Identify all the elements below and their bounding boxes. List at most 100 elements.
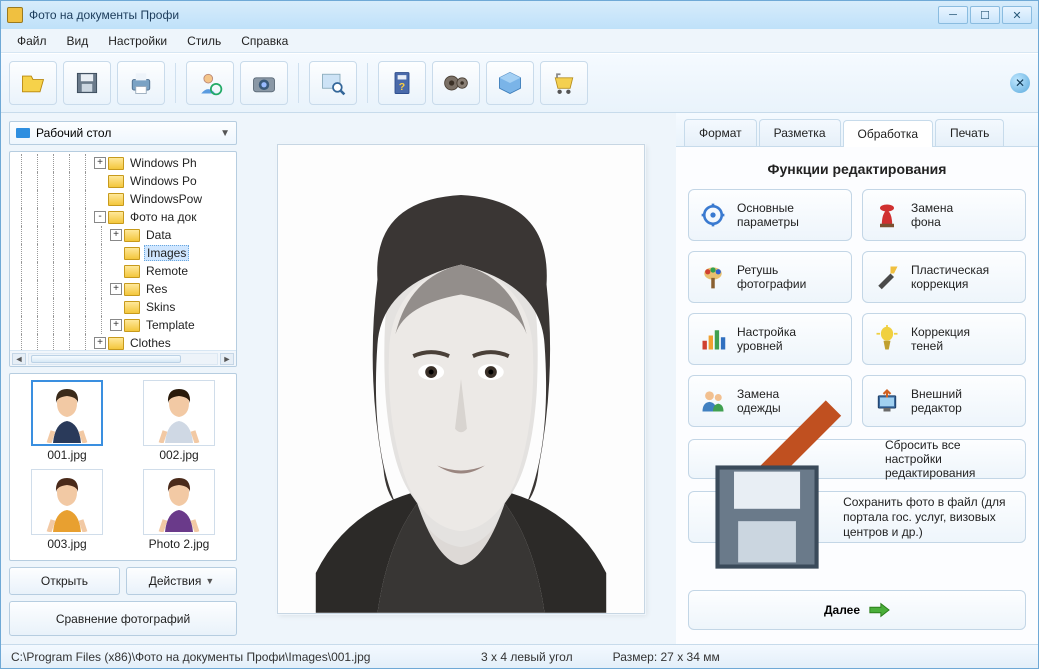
tree-label: Remote <box>144 264 190 278</box>
expand-icon[interactable]: + <box>110 319 122 331</box>
window-title: Фото на документы Профи <box>29 8 938 22</box>
tool-cart[interactable] <box>540 61 588 105</box>
edit-function-button[interactable]: Ретушьфотографии <box>688 251 852 303</box>
close-button[interactable]: ✕ <box>1002 6 1032 24</box>
edit-function-button[interactable]: Коррекциятеней <box>862 313 1026 365</box>
tree-label: Windows Po <box>128 174 199 188</box>
tool-video[interactable] <box>432 61 480 105</box>
tree-label: Template <box>144 318 197 332</box>
tree-label: Res <box>144 282 169 296</box>
tool-print[interactable] <box>117 61 165 105</box>
function-icon <box>699 325 727 353</box>
thumbnail[interactable]: 003.jpg <box>16 469 118 554</box>
expand-icon[interactable]: - <box>94 211 106 223</box>
tool-user[interactable] <box>186 61 234 105</box>
menu-style[interactable]: Стиль <box>179 31 229 51</box>
scroll-right[interactable]: ► <box>220 353 234 365</box>
tree-item[interactable]: Skins <box>14 298 236 316</box>
svg-text:?: ? <box>399 81 405 93</box>
tree-item[interactable]: + Windows Ph <box>14 154 236 172</box>
expand-icon[interactable]: + <box>110 283 122 295</box>
tree-label: Clothes <box>128 336 173 350</box>
tree-item[interactable]: WindowsPow <box>14 190 236 208</box>
edit-functions-title: Функции редактирования <box>688 161 1026 177</box>
edit-function-button[interactable]: Внешнийредактор <box>862 375 1026 427</box>
folder-icon <box>108 175 124 188</box>
thumbnail-label: 003.jpg <box>47 537 86 551</box>
tree-item[interactable]: + Res <box>14 280 236 298</box>
tool-open[interactable] <box>9 61 57 105</box>
desktop-icon <box>16 128 30 138</box>
tab-print[interactable]: Печать <box>935 119 1004 146</box>
next-button[interactable]: Далее <box>688 590 1026 630</box>
menu-help[interactable]: Справка <box>233 31 296 51</box>
folder-icon <box>124 319 140 332</box>
tree-item[interactable]: Images <box>14 244 236 262</box>
menubar: Файл Вид Настройки Стиль Справка <box>1 29 1038 53</box>
folder-tree[interactable]: + Windows Ph Windows Po WindowsPow - Фото на … <box>9 151 237 367</box>
thumbnail-label: 002.jpg <box>159 448 198 462</box>
function-icon <box>873 325 901 353</box>
thumbnail[interactable]: Photo 2.jpg <box>128 469 230 554</box>
actions-button[interactable]: Действия▼ <box>126 567 237 595</box>
status-size: Размер: 27 x 34 мм <box>613 650 720 664</box>
folder-combo[interactable]: Рабочий стол ▼ <box>9 121 237 145</box>
folder-combo-label: Рабочий стол <box>36 126 111 140</box>
function-icon <box>873 263 901 291</box>
status-corner: 3 x 4 левый угол <box>481 650 573 664</box>
tool-camera[interactable] <box>240 61 288 105</box>
expand-icon[interactable]: + <box>94 157 106 169</box>
tab-format[interactable]: Формат <box>684 119 757 146</box>
floppy-icon <box>701 451 833 583</box>
tree-label: Data <box>144 228 173 242</box>
scroll-left[interactable]: ◄ <box>12 353 26 365</box>
tool-search[interactable] <box>309 61 357 105</box>
edit-function-button[interactable]: Настройкауровней <box>688 313 852 365</box>
right-panel: Формат Разметка Обработка Печать Функции… <box>676 113 1038 644</box>
edit-function-button[interactable]: Пластическаякоррекция <box>862 251 1026 303</box>
tree-label: Windows Ph <box>128 156 199 170</box>
tree-item[interactable]: - Фото на док <box>14 208 236 226</box>
open-button[interactable]: Открыть <box>9 567 120 595</box>
folder-icon <box>124 283 140 296</box>
expand-icon[interactable]: + <box>94 337 106 349</box>
folder-icon <box>124 247 140 260</box>
folder-icon <box>124 301 140 314</box>
menu-view[interactable]: Вид <box>59 31 97 51</box>
compare-button[interactable]: Сравнение фотографий <box>9 601 237 636</box>
sidebar-toggle-icon[interactable]: ✕ <box>1010 73 1030 93</box>
scroll-track[interactable] <box>28 353 218 365</box>
folder-icon <box>108 157 124 170</box>
arrow-right-icon <box>868 602 890 618</box>
folder-icon <box>108 337 124 350</box>
tree-item[interactable]: Windows Po <box>14 172 236 190</box>
thumbnail[interactable]: 002.jpg <box>128 380 230 465</box>
tree-item[interactable]: Remote <box>14 262 236 280</box>
tree-item[interactable]: + Template <box>14 316 236 334</box>
function-icon <box>873 201 901 229</box>
tool-save[interactable] <box>63 61 111 105</box>
function-icon <box>699 201 727 229</box>
tab-layout[interactable]: Разметка <box>759 119 841 146</box>
edit-function-button[interactable]: Основныепараметры <box>688 189 852 241</box>
expand-icon[interactable]: + <box>110 229 122 241</box>
folder-icon <box>124 265 140 278</box>
menu-file[interactable]: Файл <box>9 31 55 51</box>
menu-settings[interactable]: Настройки <box>100 31 175 51</box>
tree-label: Фото на док <box>128 210 198 224</box>
tool-book[interactable]: ? <box>378 61 426 105</box>
tab-process[interactable]: Обработка <box>843 120 934 147</box>
maximize-button[interactable]: ☐ <box>970 6 1000 24</box>
function-icon <box>699 263 727 291</box>
save-file-button[interactable]: Сохранить фото в файл (для портала гос. … <box>688 491 1026 543</box>
tree-label: Images <box>144 245 189 261</box>
thumbnail[interactable]: 001.jpg <box>16 380 118 465</box>
app-window: Фото на документы Профи ─ ☐ ✕ Файл Вид Н… <box>0 0 1039 669</box>
tree-item[interactable]: + Data <box>14 226 236 244</box>
scroll-thumb[interactable] <box>31 355 181 363</box>
edit-function-button[interactable]: Заменафона <box>862 189 1026 241</box>
chevron-down-icon: ▼ <box>205 576 214 586</box>
minimize-button[interactable]: ─ <box>938 6 968 24</box>
photo-preview <box>277 144 645 614</box>
tool-package[interactable] <box>486 61 534 105</box>
